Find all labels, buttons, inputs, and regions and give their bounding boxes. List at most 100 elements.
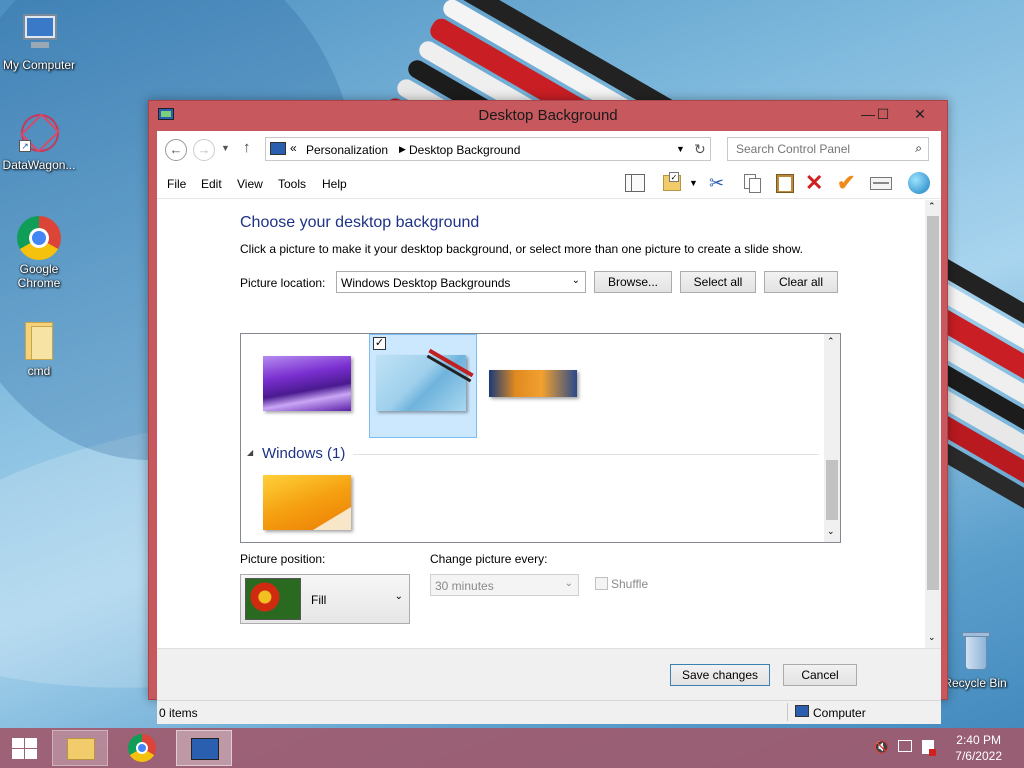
breadcrumb-separator: ▶ — [399, 144, 406, 154]
search-input[interactable] — [734, 139, 904, 159]
title-bar[interactable]: Desktop Background — ☐ ✕ — [149, 101, 947, 131]
item-count: 0 items — [159, 706, 198, 720]
search-icon[interactable]: ⌕ — [915, 141, 922, 156]
main-scrollbar[interactable]: ⌃ ⌄ — [925, 200, 941, 648]
desktop-icon-datawagon[interactable]: ↗ DataWagon... — [1, 108, 77, 172]
scroll-up-icon[interactable]: ⌃ — [928, 201, 936, 212]
menu-view[interactable]: View — [237, 177, 263, 191]
flower-thumbnail-icon — [245, 578, 301, 620]
menu-file[interactable]: File — [167, 177, 186, 191]
forward-button[interactable]: → — [193, 139, 215, 161]
menu-edit[interactable]: Edit — [201, 177, 222, 191]
properties-icon[interactable] — [869, 171, 893, 195]
layout-icon[interactable] — [623, 171, 647, 195]
clear-all-button[interactable]: Clear all — [764, 271, 838, 293]
copy-icon[interactable] — [741, 171, 765, 195]
computer-icon — [795, 705, 809, 717]
desktop-icon-label: Google Chrome — [17, 262, 61, 290]
wallpaper-thumbnail-purple[interactable] — [263, 356, 351, 411]
close-button[interactable]: ✕ — [905, 103, 935, 125]
network-icon[interactable] — [898, 740, 912, 752]
desktop-icon-google-chrome[interactable]: Google Chrome — [1, 216, 77, 290]
group-divider — [353, 454, 819, 455]
change-picture-select[interactable]: 30 minutes ⌄ — [430, 574, 579, 596]
picture-list[interactable]: ✓ ◢ Windows (1) ⌃ ⌄ — [240, 333, 841, 543]
recent-pages-dropdown[interactable]: ▼ — [221, 143, 230, 153]
folder-options-icon[interactable]: ✓ — [661, 171, 685, 195]
chevron-down-icon: ⌄ — [394, 591, 403, 602]
taskbar: 🔇 2:40 PM 7/6/2022 — [0, 728, 1024, 768]
wallpaper-thumbnail-bridge[interactable] — [489, 370, 577, 397]
scroll-down-icon[interactable]: ⌄ — [928, 632, 936, 643]
windows-logo-icon — [12, 738, 38, 760]
chevron-down-icon[interactable]: ▼ — [676, 144, 685, 154]
folder-icon — [17, 318, 61, 362]
delete-icon[interactable]: ✕ — [805, 171, 829, 195]
navigation-bar: ← → ▼ ↑ « Personalization ▶ Desktop Back… — [157, 131, 941, 167]
refresh-icon[interactable]: ↻ — [694, 141, 706, 158]
desktop-icon-label: Recycle Bin — [943, 676, 1007, 690]
main-content: Choose your desktop background Click a p… — [157, 200, 925, 648]
picture-position-select[interactable]: Fill ⌄ — [240, 574, 410, 624]
search-box[interactable]: ⌕ — [727, 137, 929, 161]
menu-tools[interactable]: Tools — [278, 177, 306, 191]
address-bar[interactable]: « Personalization ▶ Desktop Background ▼… — [265, 137, 711, 161]
select-all-button[interactable]: Select all — [680, 271, 756, 293]
shuffle-checkbox[interactable] — [595, 577, 608, 590]
taskbar-clock[interactable]: 2:40 PM 7/6/2022 — [955, 732, 1002, 764]
maximize-button[interactable]: ☐ — [868, 103, 898, 125]
picture-location-select[interactable]: Windows Desktop Backgrounds ⌄ — [336, 271, 586, 293]
menu-bar: File Edit View Tools Help ✓ ▼ ✂ ✕ ✔ — [157, 167, 941, 199]
selection-checkbox[interactable]: ✓ — [373, 337, 386, 350]
breadcrumb-desktop-background[interactable]: Desktop Background — [409, 143, 520, 157]
scroll-down-icon[interactable]: ⌄ — [827, 526, 835, 537]
group-header-windows[interactable]: Windows (1) — [262, 445, 345, 462]
desktop-icon-my-computer[interactable]: My Computer — [1, 12, 77, 72]
page-title: Choose your desktop background — [240, 214, 480, 231]
menu-help[interactable]: Help — [322, 177, 347, 191]
desktop-background-window: Desktop Background — ☐ ✕ ← → ▼ ↑ « Perso… — [148, 100, 948, 724]
globe-icon[interactable] — [907, 171, 931, 195]
browse-button[interactable]: Browse... — [594, 271, 672, 293]
volume-muted-icon[interactable]: 🔇 — [874, 740, 889, 754]
recycle-bin-icon — [953, 630, 997, 674]
cancel-button[interactable]: Cancel — [783, 664, 857, 686]
desktop-icon-cmd[interactable]: cmd — [1, 318, 77, 378]
address-overflow[interactable]: « — [290, 141, 297, 155]
status-bar: 0 items Computer — [157, 700, 941, 724]
shuffle-label: Shuffle — [611, 577, 649, 591]
change-picture-label: Change picture every: — [430, 552, 548, 566]
wallpaper-thumbnail-blue — [376, 348, 474, 411]
taskbar-control-panel[interactable] — [176, 730, 232, 766]
cut-icon[interactable]: ✂ — [709, 171, 733, 195]
scrollbar-thumb[interactable] — [927, 216, 939, 590]
scrollbar-thumb[interactable] — [826, 460, 838, 520]
wallpaper-thumbnail-selected[interactable]: ✓ — [369, 334, 477, 438]
save-changes-button[interactable]: Save changes — [670, 664, 770, 686]
desktop-icon-label: DataWagon... — [2, 158, 76, 172]
window-title: Desktop Background — [478, 107, 618, 124]
file-explorer-icon — [67, 738, 95, 760]
start-button[interactable] — [0, 730, 50, 766]
zone-label: Computer — [813, 706, 866, 720]
desktop-icon-recycle-bin[interactable]: Recycle Bin — [937, 630, 1013, 690]
checkmark-icon[interactable]: ✔ — [837, 171, 861, 195]
status-divider — [787, 703, 788, 721]
clock-date: 7/6/2022 — [955, 749, 1002, 763]
up-button[interactable]: ↑ — [243, 139, 251, 156]
chevron-down-icon: ⌄ — [571, 275, 580, 286]
group-expander-icon[interactable]: ◢ — [247, 448, 253, 457]
taskbar-file-explorer[interactable] — [52, 730, 108, 766]
taskbar-chrome[interactable] — [114, 730, 170, 766]
action-center-icon[interactable] — [922, 740, 936, 756]
wallpaper-thumbnail-orange[interactable] — [263, 475, 351, 530]
computer-icon — [17, 12, 61, 56]
paste-icon[interactable] — [773, 171, 797, 195]
back-button[interactable]: ← — [165, 139, 187, 161]
breadcrumb-personalization[interactable]: Personalization — [306, 143, 388, 157]
picture-list-scrollbar[interactable]: ⌃ ⌄ — [824, 334, 840, 542]
desktop-icon-label: My Computer — [2, 58, 76, 72]
scroll-up-icon[interactable]: ⌃ — [827, 336, 835, 347]
chevron-down-icon: ⌄ — [564, 578, 573, 589]
picture-location-label: Picture location: — [240, 276, 326, 290]
